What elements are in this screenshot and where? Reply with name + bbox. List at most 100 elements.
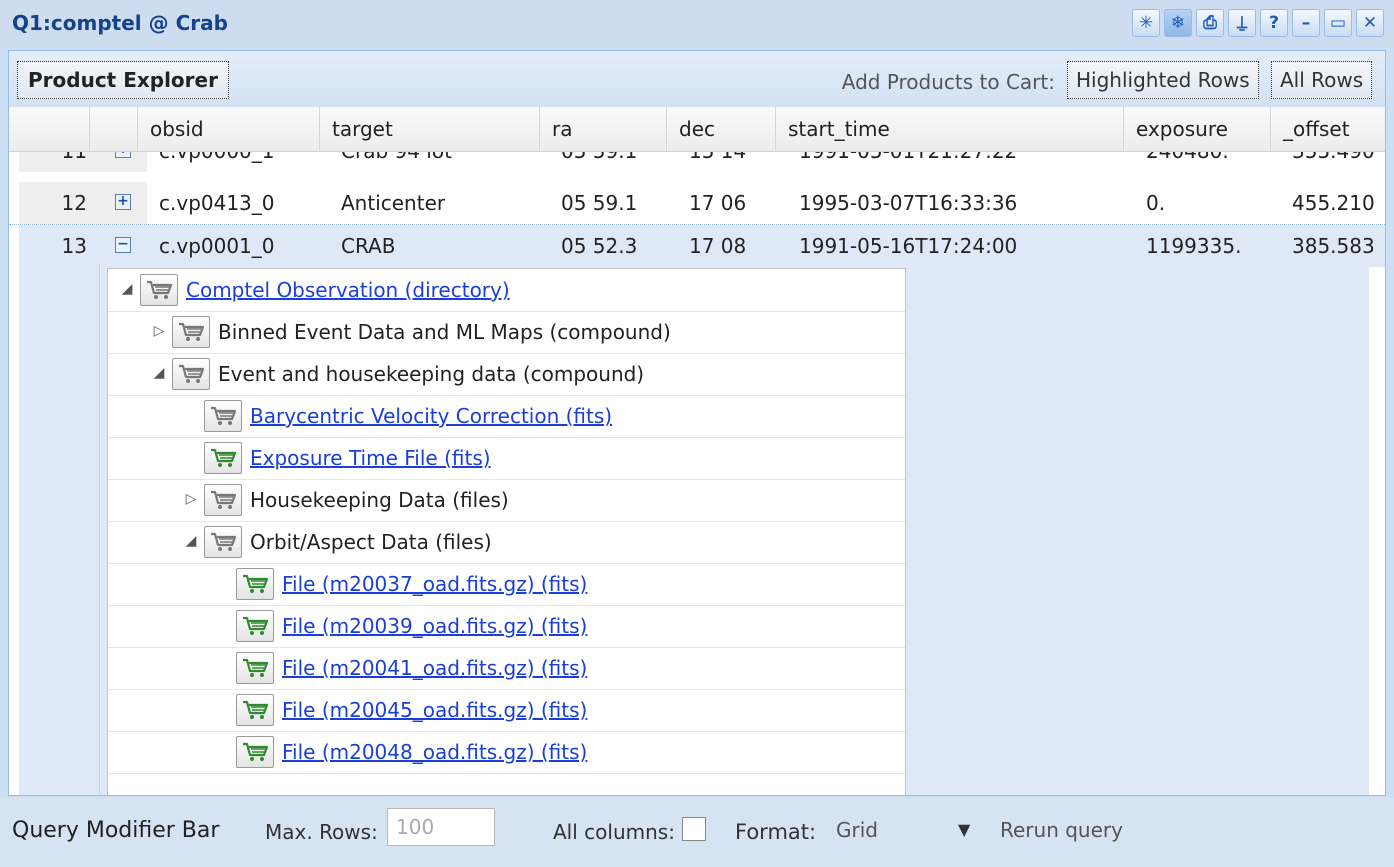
expand-cell: −: [99, 225, 147, 267]
window-title: Q1:comptel @ Crab: [12, 11, 228, 35]
cell-dec: 15 14: [689, 152, 746, 172]
table-row[interactable]: 12 + c.vp0413_0 Anticenter 05 59.1 17 06…: [9, 182, 1385, 225]
expand-icon[interactable]: +: [115, 194, 131, 210]
tree-node-label: Housekeeping Data (files): [250, 488, 509, 512]
product-tree: ◢ Comptel Observation (directory) ▷ Binned …: [107, 268, 906, 795]
tree-node[interactable]: ◢ Orbit/Aspect Data (files): [108, 521, 905, 564]
cart-icon[interactable]: [204, 400, 242, 432]
all-columns-checkbox[interactable]: [682, 817, 706, 841]
cart-icon[interactable]: [172, 358, 210, 390]
cell-start-time: 1991-05-16T17:24:00: [799, 234, 1018, 258]
rerun-query-button[interactable]: Rerun query: [1000, 818, 1123, 842]
grid-header: obsid target ra dec start_time exposure …: [9, 107, 1385, 152]
tree-node[interactable]: File (m20045_oad.fits.gz) (fits): [108, 689, 905, 732]
format-select[interactable]: Grid: [836, 818, 878, 842]
cart-icon[interactable]: [236, 736, 274, 768]
cell-exposure: 0.: [1146, 191, 1166, 215]
cart-icon[interactable]: [172, 316, 210, 348]
product-link[interactable]: File (m20039_oad.fits.gz) (fits): [282, 605, 587, 647]
product-explorer-button[interactable]: Product Explorer: [17, 61, 229, 99]
window-tools: ✳ ❄ ⎙ ⍊? – ▭ ✕: [1132, 9, 1384, 37]
asterisk-icon[interactable]: ✳: [1132, 9, 1160, 37]
expand-arrow-icon[interactable]: ▷: [152, 323, 166, 339]
header-exposure[interactable]: exposure: [1123, 107, 1270, 151]
product-link[interactable]: Exposure Time File (fits): [250, 437, 491, 479]
tree-node[interactable]: ▷ Binned Event Data and ML Maps (compound…: [108, 311, 905, 354]
tree-node[interactable]: File (m20039_oad.fits.gz) (fits): [108, 605, 905, 648]
tree-node[interactable]: Barycentric Velocity Correction (fits): [108, 395, 905, 438]
cell-target: Anticenter: [341, 191, 446, 215]
header-dec[interactable]: dec: [666, 107, 775, 151]
expander-gutter: [19, 265, 100, 795]
all-columns-label: All columns:: [553, 820, 675, 844]
header-ra[interactable]: ra: [539, 107, 666, 151]
maximize-icon[interactable]: ▭: [1324, 9, 1352, 37]
results-grid: 11 + c.vp0000_1 Crab 94 lot 05 59.1 15 1…: [9, 152, 1385, 795]
snowflake-icon[interactable]: ❄: [1164, 9, 1192, 37]
cart-icon[interactable]: [236, 610, 274, 642]
chevron-down-icon[interactable]: ▼: [958, 820, 970, 839]
cart-icon[interactable]: [236, 652, 274, 684]
header-target[interactable]: target: [319, 107, 539, 151]
cell-obsid: c.vp0001_0: [159, 234, 275, 258]
tree-node[interactable]: File (m20041_oad.fits.gz) (fits): [108, 647, 905, 690]
expand-icon[interactable]: +: [115, 152, 131, 158]
highlighted-rows-button[interactable]: Highlighted Rows: [1067, 61, 1259, 99]
print-icon[interactable]: ⎙: [1196, 9, 1224, 37]
header-expander: [89, 107, 137, 151]
tree-node[interactable]: File (m20037_oad.fits.gz) (fits): [108, 563, 905, 606]
cell-obsid: c.vp0000_1: [159, 152, 275, 172]
query-modifier-title: Query Modifier Bar: [12, 818, 220, 843]
cart-icon[interactable]: [204, 442, 242, 474]
product-link[interactable]: Barycentric Velocity Correction (fits): [250, 395, 612, 437]
tree-node[interactable]: ◢ Comptel Observation (directory): [108, 269, 905, 312]
row-number: 12: [19, 182, 99, 224]
header-rownum: [9, 107, 89, 151]
product-link[interactable]: File (m20048_oad.fits.gz) (fits): [282, 731, 587, 773]
header-start-time[interactable]: start_time: [775, 107, 1123, 151]
tree-node[interactable]: ▷ Housekeeping Data (files): [108, 479, 905, 522]
cart-icon[interactable]: [236, 568, 274, 600]
tree-node[interactable]: ◢ Event and housekeeping data (compound): [108, 353, 905, 396]
collapse-arrow-icon[interactable]: ◢: [120, 281, 134, 297]
product-link[interactable]: File (m20037_oad.fits.gz) (fits): [282, 563, 587, 605]
close-icon[interactable]: ✕: [1356, 9, 1384, 37]
product-explorer-panel: Product Explorer Add Products to Cart: H…: [8, 50, 1386, 796]
table-row[interactable]: 11 + c.vp0000_1 Crab 94 lot 05 59.1 15 1…: [9, 152, 1385, 172]
collapse-arrow-icon[interactable]: ◢: [184, 533, 198, 549]
add-to-cart-label: Add Products to Cart:: [841, 70, 1055, 94]
tree-node[interactable]: File (m20048_oad.fits.gz) (fits): [108, 731, 905, 774]
product-link[interactable]: File (m20045_oad.fits.gz) (fits): [282, 689, 587, 731]
minimize-icon[interactable]: –: [1292, 9, 1320, 37]
cell-target: Crab 94 lot: [341, 152, 452, 172]
header-offset[interactable]: _offset: [1270, 107, 1385, 151]
cart-icon[interactable]: [140, 274, 178, 306]
tree-node-label: Event and housekeeping data (compound): [218, 362, 645, 386]
collapse-arrow-icon[interactable]: ◢: [152, 365, 166, 381]
cell-start-time: 1995-03-07T16:33:36: [799, 191, 1018, 215]
tree-node-label: Binned Event Data and ML Maps (compound): [218, 320, 671, 344]
header-obsid[interactable]: obsid: [137, 107, 319, 151]
expand-arrow-icon[interactable]: ▷: [184, 491, 198, 507]
expand-cell: +: [99, 182, 147, 224]
cart-icon[interactable]: [204, 484, 242, 516]
tree-node[interactable]: Exposure Time File (fits): [108, 437, 905, 480]
query-modifier-bar: Query Modifier Bar Max. Rows: 100 All co…: [0, 798, 1394, 867]
table-row-expanded[interactable]: 13 − c.vp0001_0 CRAB 05 52.3 17 08 1991-…: [19, 225, 1385, 267]
row-number: 11: [19, 152, 99, 172]
collapse-icon[interactable]: −: [115, 237, 131, 253]
all-rows-button[interactable]: All Rows: [1271, 61, 1373, 99]
max-rows-input[interactable]: 100: [387, 808, 495, 846]
cell-ra: 05 52.3: [561, 234, 638, 258]
cell-dec: 17 06: [689, 191, 747, 215]
product-link[interactable]: Comptel Observation (directory): [186, 269, 510, 311]
help-icon[interactable]: ?: [1260, 9, 1288, 37]
cell-offset: 355.490: [1292, 152, 1375, 172]
pin-icon[interactable]: ⍊: [1228, 9, 1256, 37]
format-label: Format:: [735, 820, 817, 844]
cell-offset: 455.210: [1292, 191, 1375, 215]
product-link[interactable]: File (m20041_oad.fits.gz) (fits): [282, 647, 587, 689]
query-window: Q1:comptel @ Crab ✳ ❄ ⎙ ⍊? – ▭ ✕ Product Explo…: [0, 0, 1394, 867]
cart-icon[interactable]: [204, 526, 242, 558]
cart-icon[interactable]: [236, 694, 274, 726]
